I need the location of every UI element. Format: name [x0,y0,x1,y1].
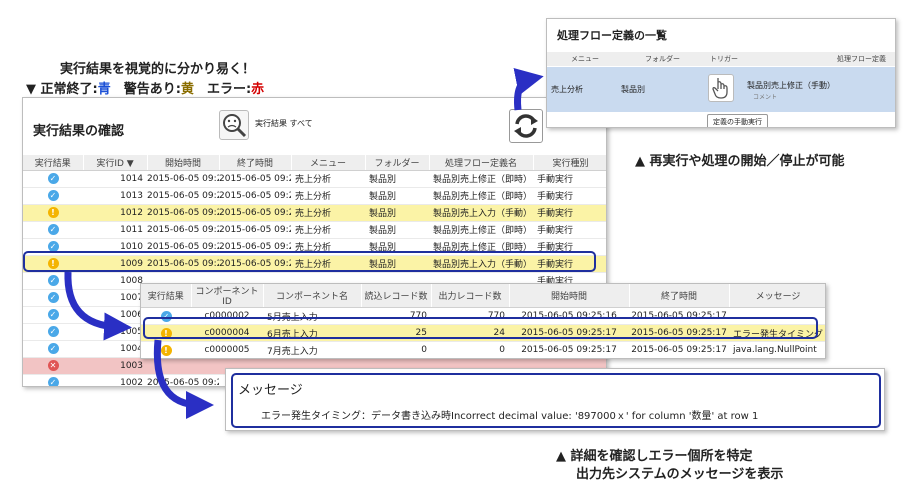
bottom-caption-1: ▲ 詳細を確認しエラー個所を特定 [556,449,753,464]
arrow-to-message [153,339,214,419]
arrow-to-component [64,271,132,341]
bottom-caption-2: 出力先システムのメッセージを表示 [576,467,784,482]
arrows-layer [64,68,544,419]
arrow-to-flow [513,68,544,111]
right-caption: ▲ 再実行や処理の開始／停止が可能 [635,154,845,169]
